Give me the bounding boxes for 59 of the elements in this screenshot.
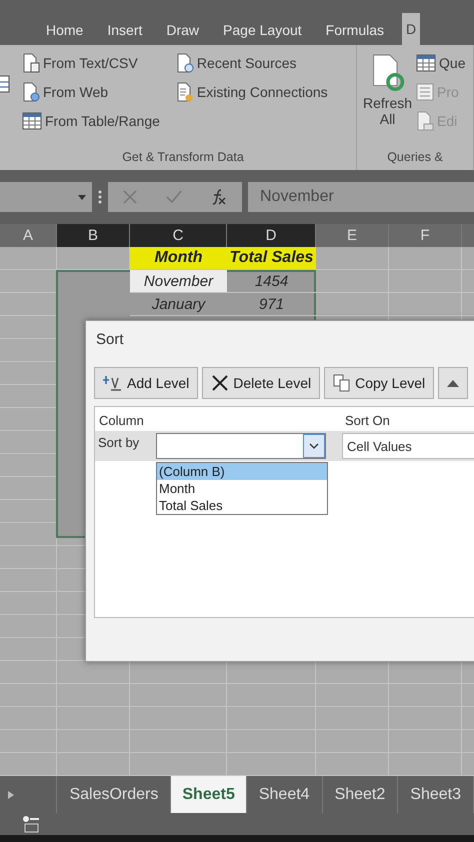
column-dropdown[interactable] [156, 433, 326, 459]
table-cell: 1454 [227, 270, 316, 293]
table-icon [22, 110, 42, 130]
sort-on-heading: Sort On [345, 413, 390, 428]
move-up-button[interactable] [438, 367, 468, 399]
check-icon[interactable] [166, 190, 182, 204]
header-cell: Month [130, 247, 227, 270]
toolbar-button[interactable]: Add Level [94, 367, 198, 399]
ribbon-command[interactable]: Recent Sources [176, 51, 328, 74]
scroll-right-icon[interactable] [8, 790, 14, 798]
ribbon-command[interactable]: Existing Connections [176, 80, 328, 103]
column-heading: Column [99, 413, 145, 428]
ribbon-tab[interactable]: Insert [95, 15, 154, 45]
more-icon [98, 190, 102, 204]
dropdown-option[interactable]: (Column B) [157, 463, 327, 480]
macro-icon [22, 815, 40, 833]
ribbon-command[interactable]: From Text/CSV [22, 51, 160, 74]
formula-field[interactable]: November [248, 182, 474, 212]
copy-icon [333, 374, 352, 392]
ribbon-command[interactable]: From Table/Range [22, 109, 160, 132]
recent-file-icon [176, 52, 194, 72]
group-label: Queries & [386, 150, 444, 166]
group-label: Get & Transform Data [121, 150, 245, 166]
column-header[interactable]: D [227, 224, 316, 247]
refresh-all-button[interactable]: Refresh All [363, 51, 412, 150]
properties-icon [416, 82, 434, 100]
up-icon [447, 380, 460, 386]
function-icon[interactable] [211, 189, 228, 205]
table-cell: January [130, 293, 227, 316]
sort-on-dropdown[interactable]: Cell Values [342, 433, 474, 459]
column-header[interactable]: B [57, 224, 130, 247]
button-label: All [380, 111, 396, 127]
button-label: Refresh [363, 95, 412, 111]
ribbon-tab[interactable]: Draw [154, 15, 212, 45]
ribbon-tab[interactable]: Home [34, 15, 96, 45]
caret-icon [78, 194, 86, 200]
text-file-icon [22, 52, 40, 72]
header-cell: Total Sales [227, 247, 316, 270]
table-cell: 971 [227, 293, 316, 316]
dropdown-button[interactable] [303, 434, 325, 458]
column-header[interactable]: C [130, 224, 227, 247]
connection-file-icon [176, 82, 194, 102]
toolbar-button[interactable]: Copy Level [324, 367, 434, 399]
ribbon-tab[interactable]: Page Layout [211, 15, 314, 45]
ribbon-tab[interactable]: Formulas [314, 15, 396, 45]
ribbon-command[interactable]: From Web [22, 80, 160, 103]
close-icon [211, 374, 230, 392]
ribbon-tab[interactable]: D [402, 13, 420, 45]
add-level-icon [103, 374, 123, 392]
sheet-tab[interactable]: Sheet5 [171, 776, 247, 813]
table-icon [416, 52, 436, 72]
chevron-icon [309, 443, 319, 449]
table-cell: November [130, 270, 227, 293]
ribbon-command[interactable]: Que [416, 51, 466, 74]
web-file-icon [22, 82, 40, 102]
edit-file-icon [416, 110, 434, 130]
dialog-title: Sort [95, 330, 125, 350]
sort-by-label: Sort by [97, 434, 140, 450]
toolbar-button[interactable]: Delete Level [202, 367, 320, 399]
